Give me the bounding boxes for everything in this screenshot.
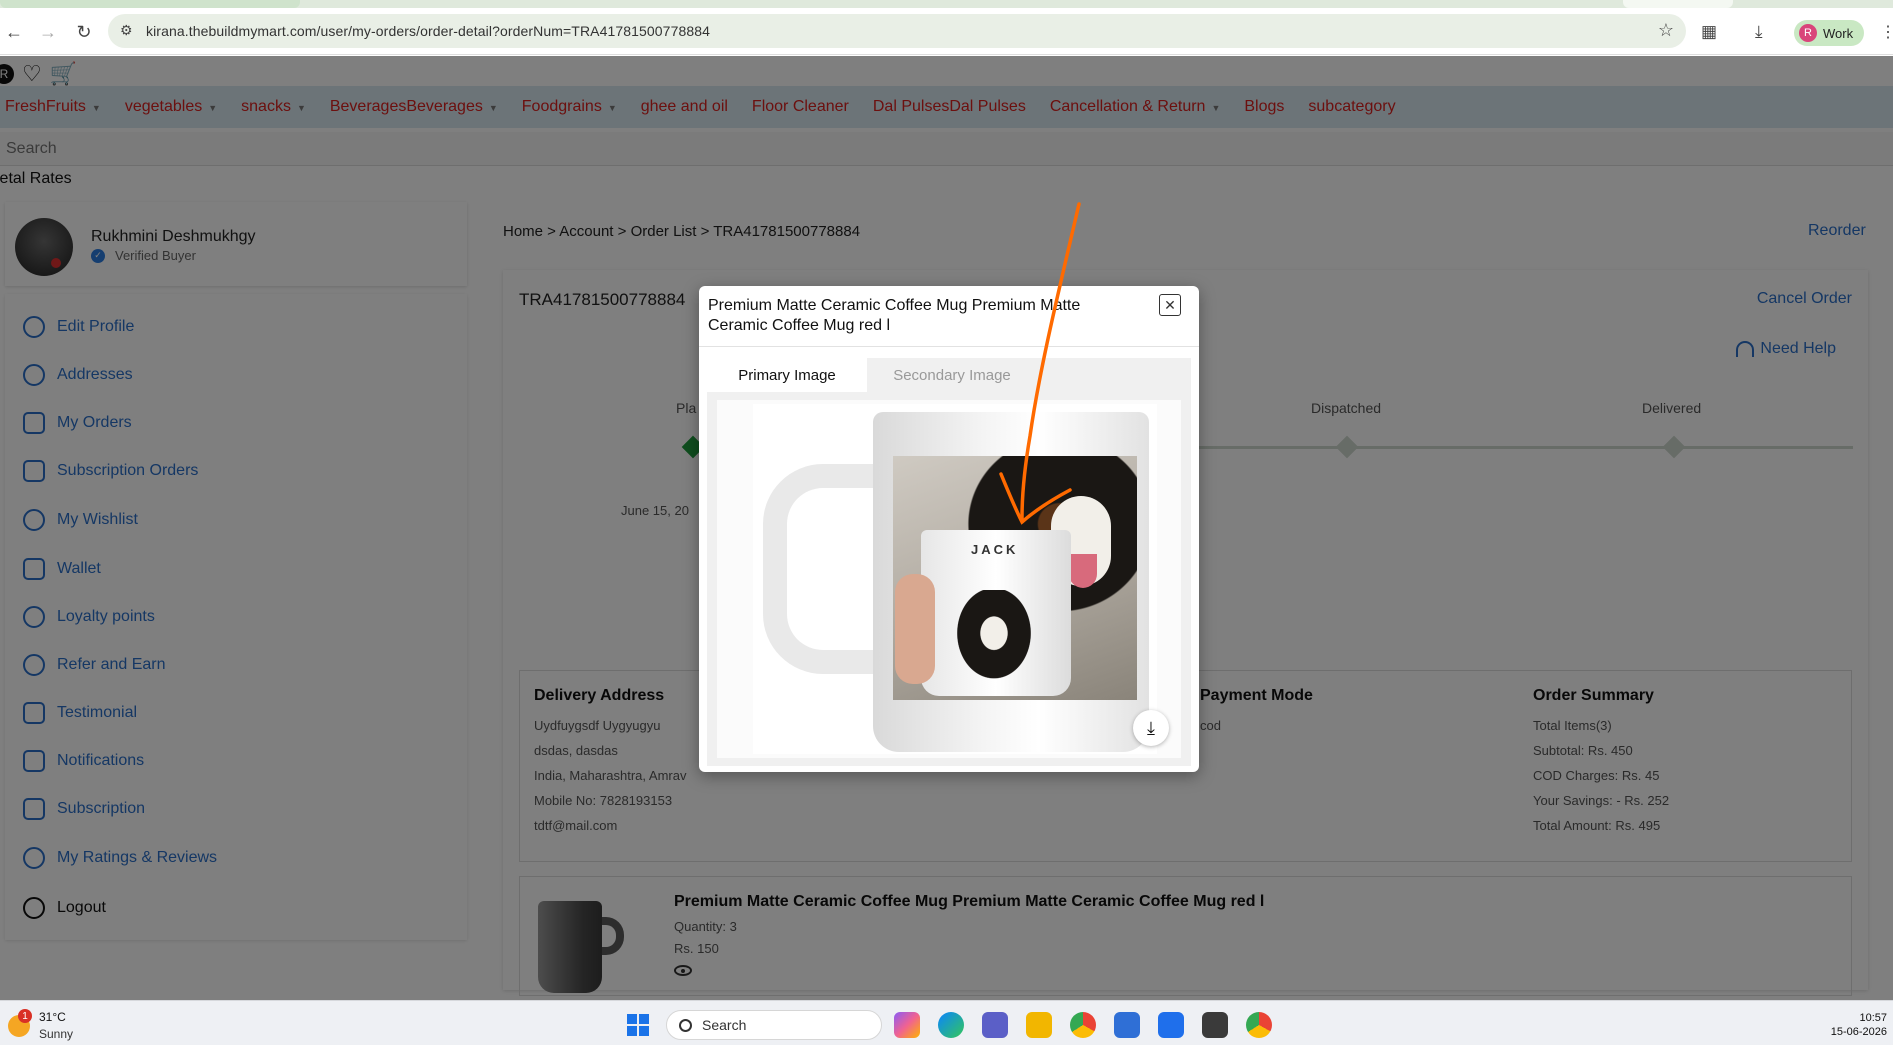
calculator-icon[interactable] [1202, 1012, 1228, 1038]
search-icon [679, 1018, 692, 1032]
notification-badge: 1 [18, 1009, 32, 1023]
profile-avatar: R [1799, 24, 1817, 42]
clock-date: 15-06-2026 [1830, 1026, 1887, 1038]
tab-primary-image[interactable]: Primary Image [707, 358, 867, 392]
copilot-icon[interactable] [894, 1012, 920, 1038]
reload-icon[interactable]: ↻ [72, 20, 96, 44]
windows-start-icon[interactable] [627, 1014, 649, 1036]
taskbar-search-label: Search [702, 1017, 747, 1033]
page-content: R ♡ 🛒 FreshFruits▼ vegetables▼ snacks▼ B… [0, 56, 1893, 1000]
chrome-icon[interactable] [1070, 1012, 1096, 1038]
bookmark-star-icon[interactable]: ☆ [1658, 20, 1674, 41]
close-icon[interactable]: ✕ [1159, 294, 1181, 316]
notepad-icon[interactable] [1158, 1012, 1184, 1038]
taskbar-search[interactable]: Search [666, 1010, 882, 1040]
tab-secondary-image[interactable]: Secondary Image [877, 358, 1027, 392]
clock-time: 10:57 [1859, 1012, 1887, 1024]
mug-illustration: JACK [753, 404, 1157, 754]
url-text: kirana.thebuildmymart.com/user/my-orders… [146, 23, 710, 39]
weather-widget[interactable]: 1 31°C Sunny [8, 1009, 88, 1041]
forward-icon[interactable]: → [36, 20, 60, 44]
download-icon[interactable]: ⤓ [1755, 22, 1763, 42]
teams-icon[interactable] [982, 1012, 1008, 1038]
image-tabs: Primary Image Secondary Image JACK ⤓ [707, 358, 1191, 766]
browser-menu-icon[interactable]: ⋮ [1880, 22, 1893, 42]
chrome-icon[interactable] [1246, 1012, 1272, 1038]
windows-taskbar: 1 31°C Sunny Search 10:57 15-06-2026 [0, 1000, 1893, 1045]
extensions-icon[interactable]: ▦ [1701, 22, 1717, 42]
browser-tabstrip [0, 0, 1893, 8]
system-clock[interactable]: 10:57 15-06-2026 [1831, 1011, 1887, 1039]
download-image-icon[interactable]: ⤓ [1133, 710, 1169, 746]
address-bar[interactable]: ⚙ kirana.thebuildmymart.com/user/my-orde… [108, 14, 1686, 48]
product-image: JACK ⤓ [717, 400, 1181, 758]
temperature: 31°C [39, 1010, 66, 1024]
modal-divider [699, 346, 1199, 347]
edge-icon[interactable] [938, 1012, 964, 1038]
weather-condition: Sunny [39, 1027, 74, 1041]
profile-label: Work [1823, 25, 1854, 41]
file-explorer-icon[interactable] [1026, 1012, 1052, 1038]
browser-tab[interactable] [0, 0, 300, 8]
modal-title: Premium Matte Ceramic Coffee Mug Premium… [708, 297, 1081, 334]
window-app-icon[interactable] [1114, 1012, 1140, 1038]
back-icon[interactable]: ← [2, 20, 26, 44]
product-image-modal: Premium Matte Ceramic Coffee Mug Premium… [699, 286, 1199, 772]
browser-toolbar: ← → ↻ ⚙ kirana.thebuildmymart.com/user/m… [0, 8, 1893, 55]
browser-tab[interactable] [1623, 0, 1733, 8]
site-settings-icon[interactable]: ⚙ [120, 22, 133, 39]
profile-button[interactable]: R Work [1794, 20, 1864, 46]
mug-print-text: JACK [971, 542, 1019, 557]
